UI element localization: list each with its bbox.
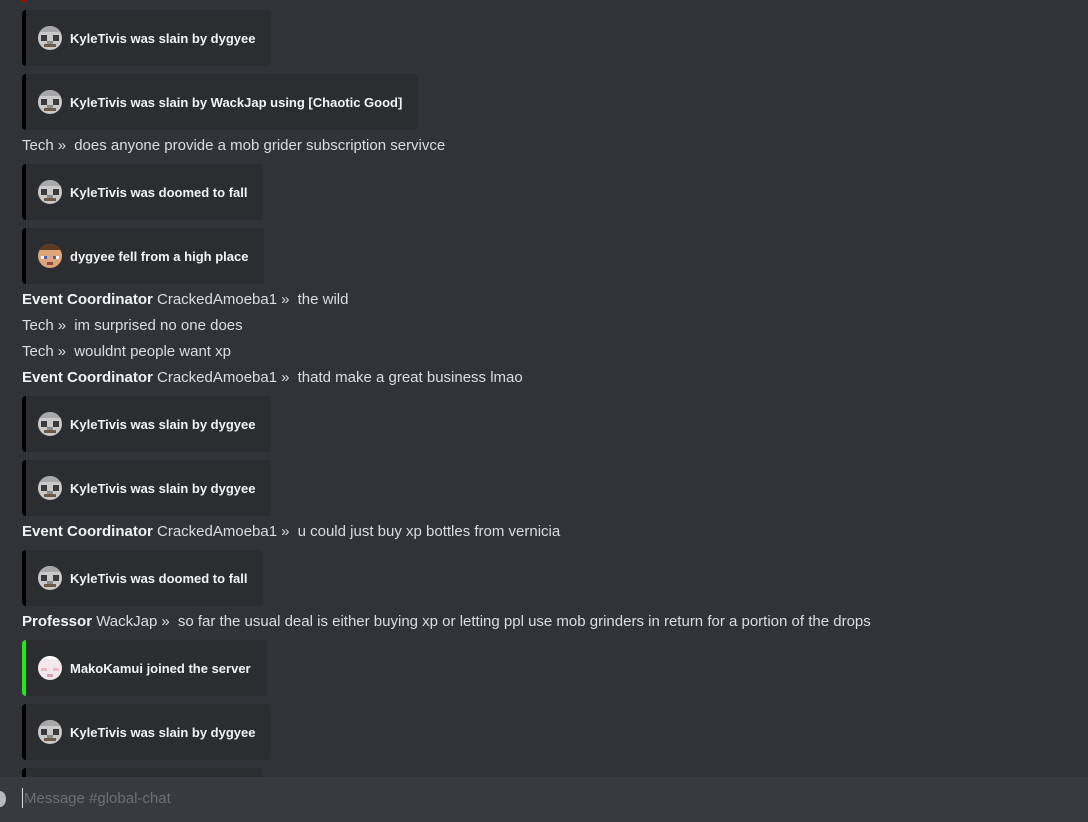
embed-text: KyleTivis was slain by WackJap using [Ch… — [70, 94, 403, 110]
death-embed: KyleTivis was doomed to fall — [22, 550, 264, 606]
skeleton-mob-head-icon — [38, 412, 62, 436]
message-list[interactable]: KyleTivis was slain by dygyee KyleTivis … — [0, 0, 1088, 777]
death-embed: KyleTivis was slain by dygyee — [22, 704, 272, 760]
message-author[interactable]: CrackedAmoeba1 — [157, 523, 277, 540]
message-text: so far the usual deal is either buying x… — [177, 613, 871, 630]
embed-border-fragment — [22, 0, 26, 2]
message-author[interactable]: Tech — [22, 137, 54, 154]
embed-text: KyleTivis was doomed to fall — [70, 570, 248, 586]
message-role: Event Coordinator — [22, 291, 153, 308]
message-separator: » — [281, 291, 290, 308]
chat-message: Tech» wouldnt people want xp — [22, 342, 231, 362]
chat-message: Tech» im surprised no one does — [22, 316, 243, 336]
chat-message: Professor WackJap» so far the usual deal… — [22, 612, 871, 632]
skeleton-mob-head-icon — [38, 180, 62, 204]
embed-text: KyleTivis was slain by dygyee — [70, 724, 256, 740]
chat-message: Event Coordinator CrackedAmoeba1» the wi… — [22, 290, 348, 310]
embed-text: MakoKamui joined the server — [70, 660, 251, 676]
skeleton-mob-head-icon — [38, 476, 62, 500]
message-separator: » — [57, 317, 67, 334]
message-separator: » — [161, 613, 170, 630]
death-embed: KyleTivis was doomed to fall — [22, 164, 264, 220]
steve-head-icon — [38, 244, 62, 268]
message-text: u could just buy xp bottles from vernici… — [297, 523, 561, 540]
message-author[interactable]: Tech — [22, 317, 54, 334]
chat-message: Event Coordinator CrackedAmoeba1» thatd … — [22, 368, 523, 388]
skeleton-mob-head-icon — [38, 720, 62, 744]
embed-text: KyleTivis was doomed to fall — [70, 184, 248, 200]
message-role: Professor — [22, 613, 93, 630]
embed-text: KyleTivis was slain by dygyee — [70, 480, 256, 496]
embed-text: KyleTivis was slain by dygyee — [70, 416, 256, 432]
message-composer[interactable]: Message #global-chat — [0, 777, 1088, 822]
skeleton-mob-head-icon — [38, 566, 62, 590]
message-separator: » — [57, 137, 67, 154]
message-role: Event Coordinator — [22, 369, 153, 386]
message-separator: » — [281, 523, 290, 540]
death-embed: KyleTivis was slain by dygyee — [22, 396, 272, 452]
player-head-icon — [38, 656, 62, 680]
death-embed — [22, 768, 262, 777]
text-caret — [22, 788, 23, 808]
message-author[interactable]: CrackedAmoeba1 — [157, 369, 277, 386]
death-embed: KyleTivis was slain by dygyee — [22, 460, 272, 516]
message-text: im surprised no one does — [74, 317, 243, 334]
message-text: thatd make a great business lmao — [297, 369, 523, 386]
chat-message: Event Coordinator CrackedAmoeba1» u coul… — [22, 522, 560, 542]
skeleton-mob-head-icon — [38, 90, 62, 114]
chat-message: Tech» does anyone provide a mob grider s… — [22, 136, 445, 156]
message-separator: » — [281, 369, 290, 386]
embed-text: KyleTivis was slain by dygyee — [70, 30, 256, 46]
message-text: the wild — [297, 291, 349, 308]
skeleton-mob-head-icon — [38, 26, 62, 50]
message-role: Event Coordinator — [22, 523, 153, 540]
join-embed: MakoKamui joined the server — [22, 640, 267, 696]
message-text: wouldnt people want xp — [74, 343, 231, 360]
death-embed: KyleTivis was slain by WackJap using [Ch… — [22, 74, 419, 130]
message-author[interactable]: WackJap — [96, 613, 157, 630]
message-text: does anyone provide a mob grider subscri… — [74, 137, 446, 154]
message-author[interactable]: CrackedAmoeba1 — [157, 291, 277, 308]
message-author[interactable]: Tech — [22, 343, 54, 360]
message-input[interactable]: Message #global-chat — [24, 789, 171, 809]
death-embed: dygyee fell from a high place — [22, 228, 265, 284]
message-separator: » — [57, 343, 67, 360]
embed-text: dygyee fell from a high place — [70, 248, 249, 264]
death-embed: KyleTivis was slain by dygyee — [22, 10, 272, 66]
attach-icon[interactable] — [0, 791, 6, 807]
